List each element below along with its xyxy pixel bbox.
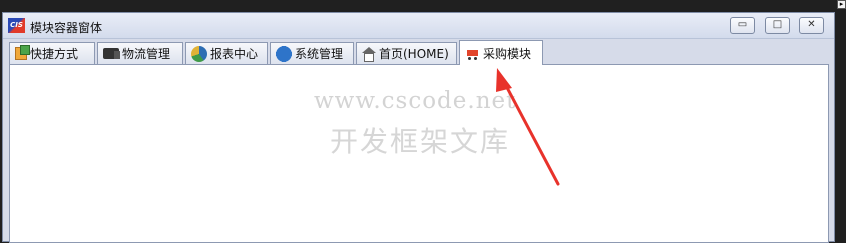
tab-label: 采购模块	[483, 46, 532, 61]
arrow-head	[496, 68, 512, 92]
annotation-arrow	[496, 68, 560, 186]
arrow-shaft	[501, 78, 560, 186]
tab-purchasing[interactable]: 采购模块	[459, 40, 543, 65]
cart-icon	[465, 47, 480, 60]
